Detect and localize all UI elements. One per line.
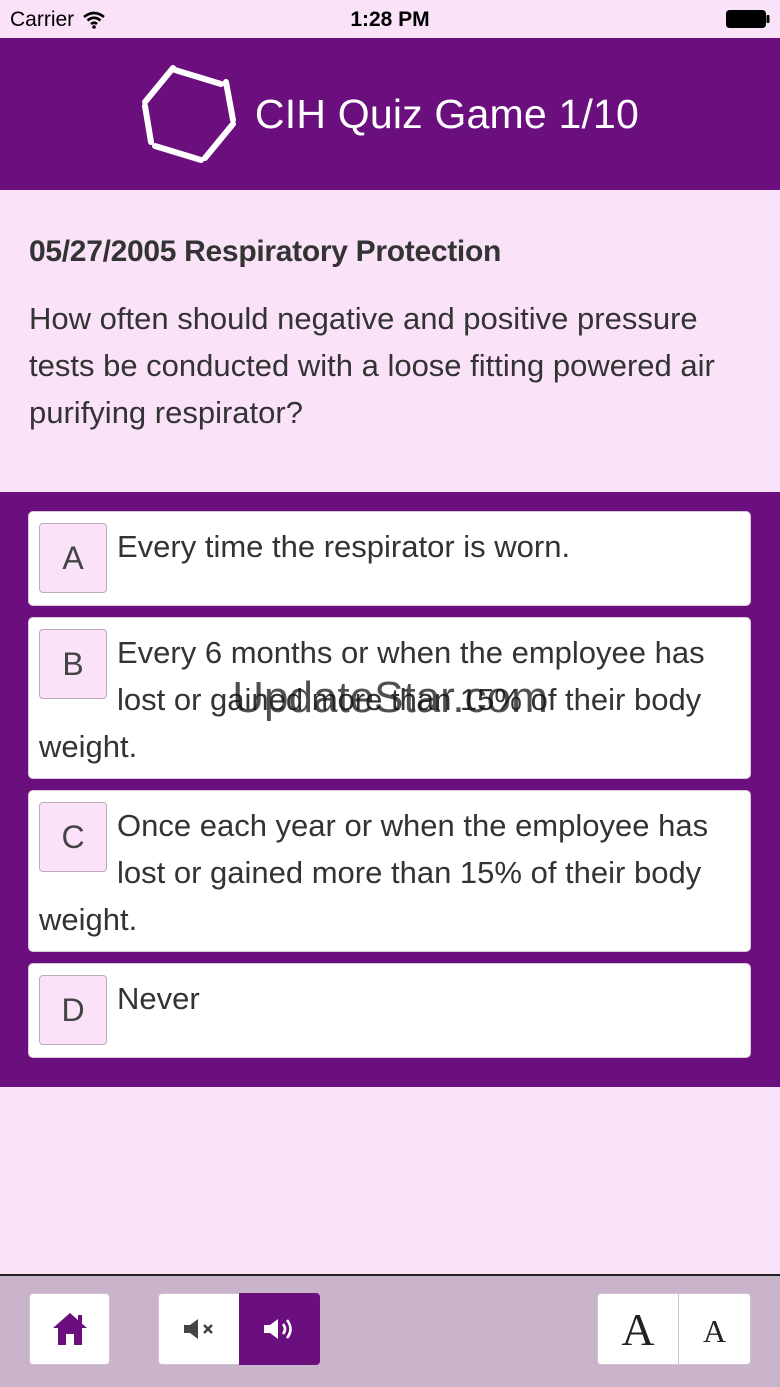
font-size-toggle: A A	[597, 1293, 751, 1365]
battery-icon	[726, 10, 770, 28]
answer-option-b[interactable]: B Every 6 months or when the employee ha…	[28, 617, 751, 779]
question-panel: 05/27/2005 Respiratory Protection How of…	[0, 190, 780, 492]
speaker-on-icon	[263, 1319, 292, 1339]
font-larger-button[interactable]: A	[597, 1293, 679, 1365]
mute-button[interactable]	[158, 1293, 240, 1365]
app-header: CIH Quiz Game 1/10	[0, 38, 780, 190]
status-time: 1:28 PM	[350, 8, 430, 31]
answer-text: Never	[117, 981, 200, 1016]
volume-button[interactable]	[239, 1293, 320, 1365]
sound-toggle	[158, 1293, 320, 1365]
question-title: 05/27/2005 Respiratory Protection	[29, 235, 501, 268]
bottom-toolbar: A A	[0, 1274, 780, 1387]
answers-panel: A Every time the respirator is worn. B E…	[0, 492, 780, 1087]
answer-text: Every time the respirator is worn.	[117, 529, 571, 564]
question-text: How often should negative and positive p…	[29, 301, 715, 430]
answer-letter: D	[39, 975, 107, 1045]
hexagon-logo-icon	[141, 65, 236, 163]
status-bar: Carrier 1:28 PM	[0, 0, 780, 38]
speaker-mute-icon	[184, 1319, 213, 1339]
answer-text: Once each year or when the employee has …	[39, 808, 709, 937]
answer-text: Every 6 months or when the employee has …	[39, 635, 705, 764]
answer-option-a[interactable]: A Every time the respirator is worn.	[28, 511, 751, 606]
answer-option-d[interactable]: D Never	[28, 963, 751, 1058]
answer-letter: A	[39, 523, 107, 593]
answer-option-c[interactable]: C Once each year or when the employee ha…	[28, 790, 751, 952]
home-icon	[52, 1313, 87, 1345]
answer-letter: B	[39, 629, 107, 699]
answer-letter: C	[39, 802, 107, 872]
page-title: CIH Quiz Game 1/10	[254, 90, 640, 137]
home-button[interactable]	[29, 1293, 110, 1365]
font-smaller-button[interactable]: A	[678, 1293, 751, 1365]
